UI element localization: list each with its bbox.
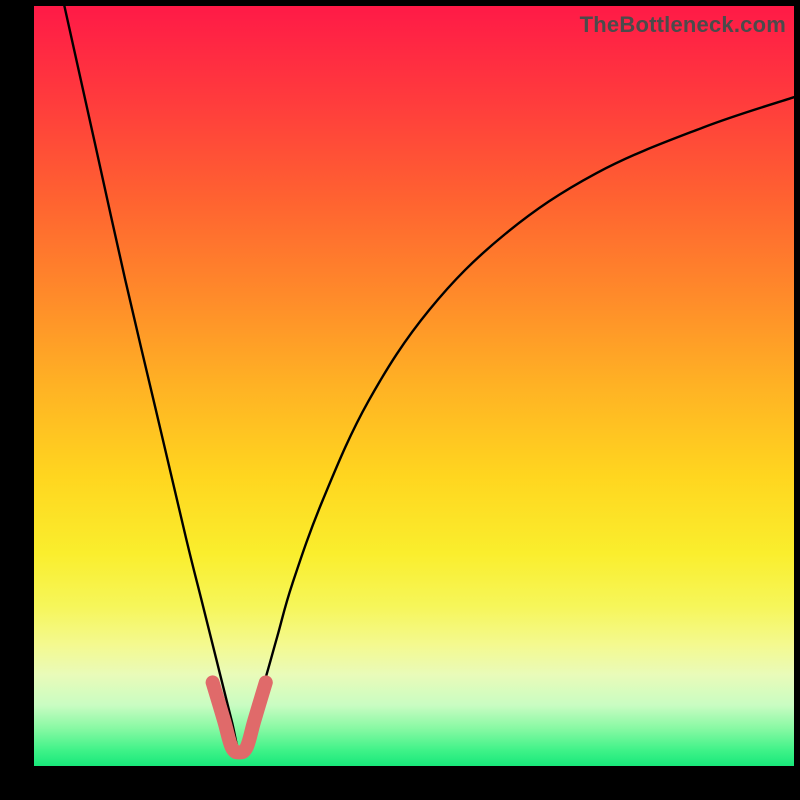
optimal-highlight-path	[213, 682, 266, 752]
chart-frame: TheBottleneck.com	[0, 0, 800, 800]
plot-area: TheBottleneck.com	[34, 6, 794, 766]
bottleneck-curve-path	[64, 6, 794, 751]
curve-layer	[34, 6, 794, 766]
